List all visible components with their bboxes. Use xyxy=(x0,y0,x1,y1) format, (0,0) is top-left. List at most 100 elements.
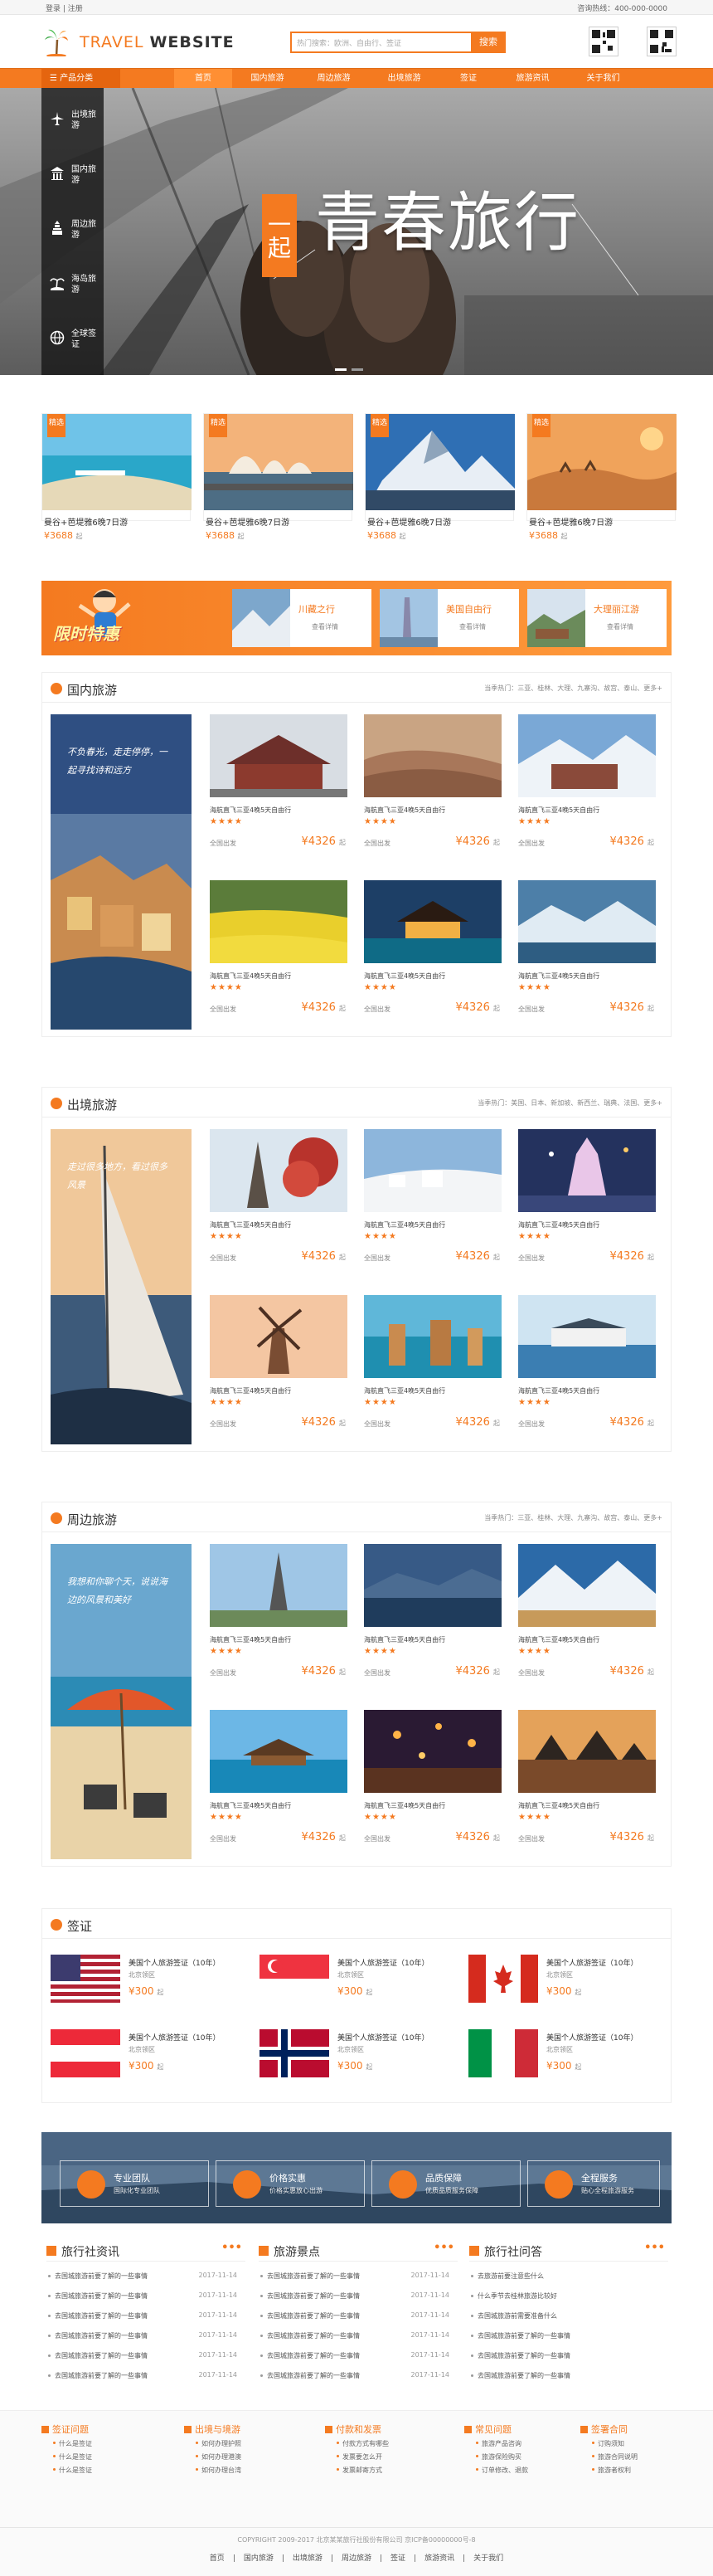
visa-item[interactable]: 美国个人旅游签证（10年） 北京领区 ¥300 起 xyxy=(468,1950,667,2009)
nav-item-domestic[interactable]: 国内旅游 xyxy=(236,69,298,89)
product-card[interactable]: 海航直飞三亚4晚5天自由行 ★★★★ 全国出发 ¥4326 起 xyxy=(210,880,347,1030)
footer-divider xyxy=(0,2527,713,2528)
nav-item-news[interactable]: 旅游资讯 xyxy=(502,69,564,89)
footer-link[interactable]: 什么是签证 xyxy=(53,2466,92,2475)
section-hot-links[interactable]: 当季热门：三亚、桂林、大理、九寨沟、故宫、泰山、更多+ xyxy=(484,1513,662,1522)
product-card[interactable]: 海航直飞三亚4晚5天自由行 ★★★★ 全国出发 ¥4326 起 xyxy=(364,1544,502,1693)
footer-link[interactable]: 旅游产品咨询 xyxy=(476,2439,521,2448)
nav-item-home[interactable]: 首页 xyxy=(174,69,232,89)
search-input[interactable]: 热门搜索：欧洲、自由行、签证 xyxy=(290,32,471,53)
visa-item[interactable]: 美国个人旅游签证（10年） 北京领区 ¥300 起 xyxy=(468,2025,667,2083)
product-card[interactable]: 海航直飞三亚4晚5天自由行 ★★★★ 全国出发 ¥4326 起 xyxy=(210,1544,347,1693)
special-item[interactable]: 川藏之行 查看详情 xyxy=(232,589,371,647)
footer-nav-link[interactable]: 关于我们 xyxy=(473,2554,503,2563)
footer-link[interactable]: 什么是签证 xyxy=(53,2452,92,2462)
login-register-links[interactable]: 登录 | 注册 xyxy=(46,2,83,13)
news-item[interactable]: 去国城旅游前要了解的一些事情 2017-11-14 xyxy=(46,2351,245,2364)
visa-item[interactable]: 美国个人旅游签证（10年） 北京领区 ¥300 起 xyxy=(51,1950,250,2009)
product-card[interactable]: 海航直飞三亚4晚5天自由行 ★★★★ 全国出发 ¥4326 起 xyxy=(518,1129,656,1278)
section-hot-links[interactable]: 当季热门：美国、日本、新加坡、新西兰、瑞典、法国、更多+ xyxy=(478,1098,662,1108)
product-card[interactable]: 海航直飞三亚4晚5天自由行 ★★★★ 全国出发 ¥4326 起 xyxy=(210,1295,347,1444)
footer-nav-link[interactable]: 旅游资讯 xyxy=(424,2554,454,2563)
news-item[interactable]: 去国城旅游前要了解的一些事情 xyxy=(469,2331,668,2345)
product-card[interactable]: 海航直飞三亚4晚5天自由行 ★★★★ 全国出发 ¥4326 起 xyxy=(518,714,656,864)
news-item[interactable]: 去国城旅游前要了解的一些事情 2017-11-14 xyxy=(259,2371,458,2384)
news-item[interactable]: 去国城旅游前要了解的一些事情 xyxy=(469,2351,668,2364)
news-item[interactable]: 去旅游前要注意些什么 xyxy=(469,2272,668,2285)
promo-card[interactable]: 精选 曼谷+芭堤雅6晚7日游 ¥3688 起 xyxy=(41,413,192,541)
news-item[interactable]: 去国城旅游前要了解的一些事情 2017-11-14 xyxy=(259,2291,458,2305)
footer-link[interactable]: 如何办理台湾 xyxy=(196,2466,241,2475)
footer-link[interactable]: 如何办理港澳 xyxy=(196,2452,241,2462)
special-item[interactable]: 大理丽江游 查看详情 xyxy=(527,589,667,647)
nav-item-visa[interactable]: 签证 xyxy=(444,69,493,89)
more-button[interactable]: ••• xyxy=(644,2242,665,2254)
footer-link[interactable]: 旅游者权利 xyxy=(592,2466,631,2475)
special-item-link[interactable]: 查看详情 xyxy=(459,622,486,631)
news-item[interactable]: 去国城旅游前要了解的一些事情 2017-11-14 xyxy=(46,2311,245,2325)
logo-text[interactable]: TRAVEL WEBSITE xyxy=(80,33,235,51)
footer-nav-link[interactable]: 周边旅游 xyxy=(342,2554,371,2563)
promo-card[interactable]: 精选 曼谷+芭堤雅6晚7日游 ¥3688 起 xyxy=(365,413,515,541)
news-item[interactable]: 去国城旅游前要了解的一些事情 2017-11-14 xyxy=(46,2331,245,2345)
product-card[interactable]: 海航直飞三亚4晚5天自由行 ★★★★ 全国出发 ¥4326 起 xyxy=(364,880,502,1030)
search-button[interactable]: 搜索 xyxy=(471,32,506,53)
visa-region: 北京领区 xyxy=(337,1971,364,1979)
product-card[interactable]: 海航直飞三亚4晚5天自由行 ★★★★ 全国出发 ¥4326 起 xyxy=(364,714,502,864)
special-item-link[interactable]: 查看详情 xyxy=(312,622,338,631)
news-item[interactable]: 去国城旅游前要了解的一些事情 2017-11-14 xyxy=(259,2311,458,2325)
nav-item-outbound[interactable]: 出境旅游 xyxy=(373,69,435,89)
footer-link[interactable]: 付款方式有哪些 xyxy=(337,2439,389,2448)
news-item[interactable]: 去国城旅游前要了解的一些事情 2017-11-14 xyxy=(46,2291,245,2305)
footer-nav-link[interactable]: 出境旅游 xyxy=(293,2554,323,2563)
news-item[interactable]: 去国城旅游前要了解的一些事情 2017-11-14 xyxy=(259,2351,458,2364)
section-hot-links[interactable]: 当季热门：三亚、桂林、大理、九寨沟、故宫、泰山、更多+ xyxy=(484,684,662,693)
product-card[interactable]: 海航直飞三亚4晚5天自由行 ★★★★ 全国出发 ¥4326 起 xyxy=(364,1710,502,1859)
news-item[interactable]: 去国城旅游前要了解的一些事情 2017-11-14 xyxy=(46,2371,245,2384)
promo-card[interactable]: 精选 曼谷+芭堤雅6晚7日游 ¥3688 起 xyxy=(526,413,677,541)
news-item[interactable]: 去国城旅游前需要准备什么 xyxy=(469,2311,668,2325)
news-item[interactable]: 什么季节去桂林旅游比较好 xyxy=(469,2291,668,2305)
footer-link-text: 发票要怎么开 xyxy=(342,2453,382,2461)
footer-nav-link[interactable]: 首页 xyxy=(210,2554,225,2563)
product-card[interactable]: 海航直飞三亚4晚5天自由行 ★★★★ 全国出发 ¥4326 起 xyxy=(518,880,656,1030)
visa-item[interactable]: 美国个人旅游签证（10年） 北京领区 ¥300 起 xyxy=(259,2025,458,2083)
product-card[interactable]: 海航直飞三亚4晚5天自由行 ★★★★ 全国出发 ¥4326 起 xyxy=(518,1544,656,1693)
slider-dot[interactable] xyxy=(352,368,363,371)
news-item[interactable]: 去国城旅游前要了解的一些事情 2017-11-14 xyxy=(46,2272,245,2285)
product-category-menu[interactable]: ☰ 产品分类 xyxy=(41,69,120,89)
product-card[interactable]: 海航直飞三亚4晚5天自由行 ★★★★ 全国出发 ¥4326 起 xyxy=(210,1129,347,1278)
news-item[interactable]: 去国城旅游前要了解的一些事情 2017-11-14 xyxy=(259,2331,458,2345)
more-button[interactable]: ••• xyxy=(434,2242,454,2254)
product-card[interactable]: 海航直飞三亚4晚5天自由行 ★★★★ 全国出发 ¥4326 起 xyxy=(210,1710,347,1859)
footer-nav-link[interactable]: 签证 xyxy=(390,2554,405,2563)
footer-link[interactable]: 什么是签证 xyxy=(53,2439,92,2448)
nav-item-about[interactable]: 关于我们 xyxy=(572,69,634,89)
product-card[interactable]: 海航直飞三亚4晚5天自由行 ★★★★ 全国出发 ¥4326 起 xyxy=(364,1295,502,1444)
footer-link[interactable]: 订单修改、退款 xyxy=(476,2466,528,2475)
slider-dot-active[interactable] xyxy=(335,368,347,371)
nav-item-nearby[interactable]: 周边旅游 xyxy=(303,69,365,89)
footer-link[interactable]: 发票邮寄方式 xyxy=(337,2466,382,2475)
side-menu-visa[interactable]: 全球签证 xyxy=(41,307,104,373)
promo-card[interactable]: 精选 曼谷+芭堤雅6晚7日游 ¥3688 起 xyxy=(203,413,353,541)
footer-nav-link[interactable]: 国内旅游 xyxy=(244,2554,274,2563)
product-card[interactable]: 海航直飞三亚4晚5天自由行 ★★★★ 全国出发 ¥4326 起 xyxy=(518,1710,656,1859)
footer-link[interactable]: 订购须知 xyxy=(592,2439,624,2448)
special-item-link[interactable]: 查看详情 xyxy=(607,622,633,631)
product-image xyxy=(364,1544,502,1627)
news-item[interactable]: 去国城旅游前要了解的一些事情 xyxy=(469,2371,668,2384)
visa-item[interactable]: 美国个人旅游签证（10年） 北京领区 ¥300 起 xyxy=(51,2025,250,2083)
more-button[interactable]: ••• xyxy=(221,2242,242,2254)
footer-link[interactable]: 旅游合同说明 xyxy=(592,2452,638,2462)
visa-item[interactable]: 美国个人旅游签证（10年） 北京领区 ¥300 起 xyxy=(259,1950,458,2009)
product-card[interactable]: 海航直飞三亚4晚5天自由行 ★★★★ 全国出发 ¥4326 起 xyxy=(210,714,347,864)
news-item[interactable]: 去国城旅游前要了解的一些事情 2017-11-14 xyxy=(259,2272,458,2285)
special-item[interactable]: 美国自由行 查看详情 xyxy=(380,589,519,647)
footer-link[interactable]: 如何办理护照 xyxy=(196,2439,241,2448)
product-card[interactable]: 海航直飞三亚4晚5天自由行 ★★★★ 全国出发 ¥4326 起 xyxy=(364,1129,502,1278)
footer-link[interactable]: 发票要怎么开 xyxy=(337,2452,382,2462)
hero-banner[interactable]: 出境旅游 国内旅游 周边旅游 海岛旅游 全球签证 一起 青春旅行 xyxy=(0,88,713,375)
product-card[interactable]: 海航直飞三亚4晚5天自由行 ★★★★ 全国出发 ¥4326 起 xyxy=(518,1295,656,1444)
footer-link[interactable]: 旅游保险购买 xyxy=(476,2452,521,2462)
